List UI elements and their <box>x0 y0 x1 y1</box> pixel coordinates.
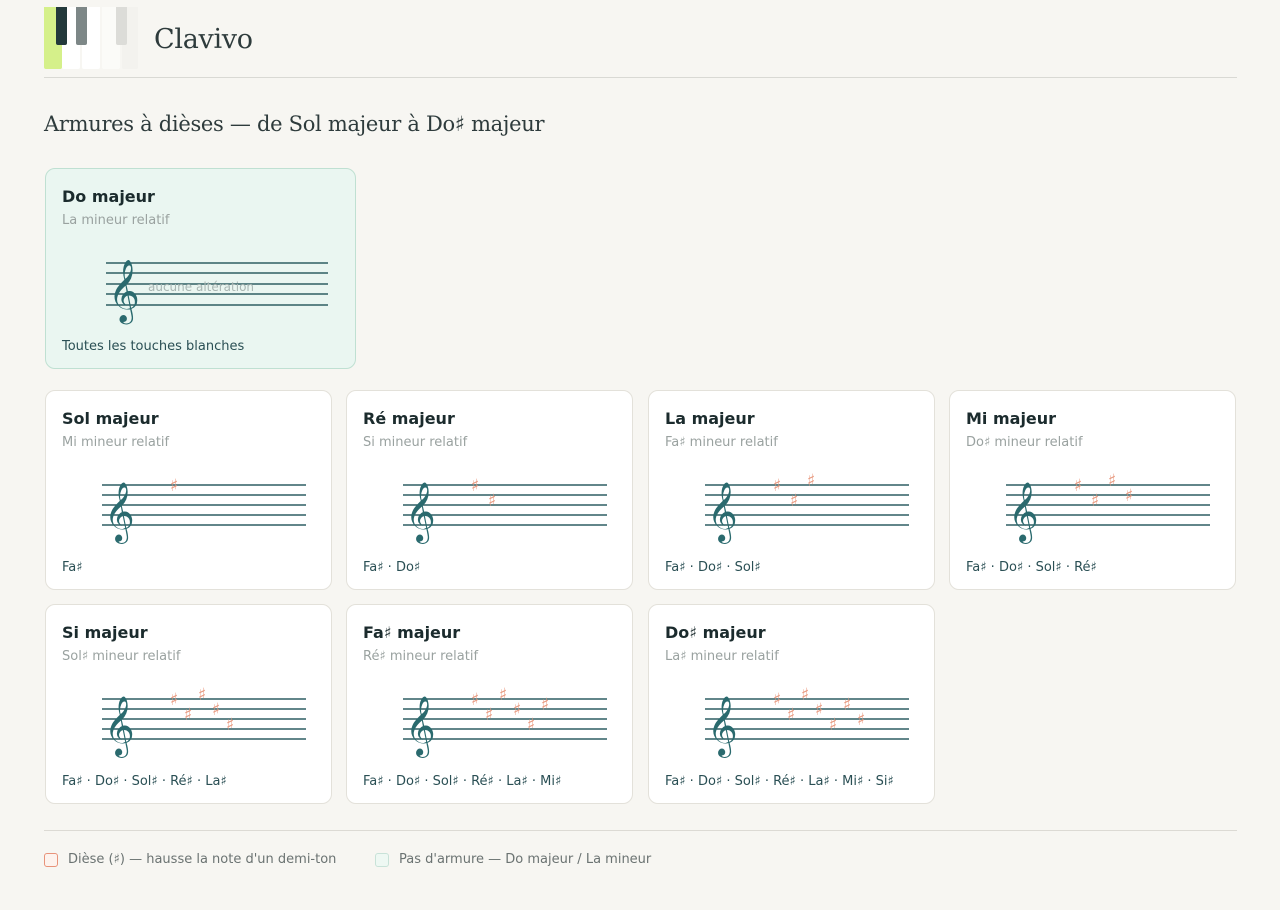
sharp-sign-icon: ♯ <box>485 705 493 725</box>
sharp-sign-icon: ♯ <box>471 476 479 496</box>
sharp-sign-icon: ♯ <box>499 685 507 705</box>
treble-clef-icon: 𝄞 <box>707 482 738 544</box>
legend-sharp: Dièse (♯) — hausse la note d'un demi-ton <box>44 852 336 867</box>
sharp-sign-icon: ♯ <box>212 700 220 720</box>
sharp-swatch <box>44 852 58 867</box>
logo-key-black <box>56 7 67 45</box>
card-notes: Fa♯ · Do♯ · Sol♯ · Ré♯ <box>966 560 1097 575</box>
staff-notation: 𝄞 ♯ ♯ ♯ ♯ <box>1006 471 1210 544</box>
sharp-sign-icon: ♯ <box>829 715 837 735</box>
card-notes: Fa♯ · Do♯ <box>363 560 421 575</box>
no-alteration-label: aucune altération <box>148 280 254 294</box>
card-notes: Fa♯ · Do♯ · Sol♯ · Ré♯ · La♯ · Mi♯ · Si♯ <box>665 774 894 789</box>
treble-clef-icon: 𝄞 <box>405 482 436 544</box>
key-card[interactable]: La majeur Fa♯ mineur relatif 𝄞 ♯ ♯ ♯ Fa♯ · Do♯… <box>648 390 935 590</box>
staff-notation: 𝄞 aucune altération <box>106 259 328 325</box>
sharp-sign-icon: ♯ <box>773 476 781 496</box>
sharp-sign-icon: ♯ <box>1091 491 1099 511</box>
piano-keys-logo[interactable] <box>44 7 138 71</box>
sharp-sign-icon: ♯ <box>226 715 234 735</box>
treble-clef-icon: 𝄞 <box>104 482 135 544</box>
key-card[interactable]: Fa♯ majeur Ré♯ mineur relatif 𝄞 ♯ ♯ ♯ ♯ ♯ ♯ Fa♯ ·… <box>346 604 633 804</box>
sharp-sign-icon: ♯ <box>198 685 206 705</box>
key-card[interactable]: Ré majeur Si mineur relatif 𝄞 ♯ ♯ Fa♯ · Do♯ <box>346 390 633 590</box>
sharp-sign-icon: ♯ <box>790 491 798 511</box>
sharp-sign-icon: ♯ <box>488 491 496 511</box>
treble-clef-icon: 𝄞 <box>1008 482 1039 544</box>
key-card-do-majeur[interactable]: Do majeur La mineur relatif 𝄞 aucune alt… <box>45 168 356 369</box>
sharp-sign-icon: ♯ <box>815 700 823 720</box>
sharp-sign-icon: ♯ <box>787 705 795 725</box>
app-title[interactable]: Clavivo <box>154 24 253 55</box>
section-title: Armures à dièses — de Sol majeur à Do♯ m… <box>44 112 545 136</box>
staff-notation: 𝄞 ♯ ♯ ♯ <box>705 471 909 544</box>
sharp-sign-icon: ♯ <box>843 695 851 715</box>
legend-no-key: Pas d'armure — Do majeur / La mineur <box>375 852 651 867</box>
legend-no-key-label: Pas d'armure — Do majeur / La mineur <box>399 852 652 867</box>
app-header: Clavivo <box>44 0 1237 78</box>
sharp-sign-icon: ♯ <box>773 690 781 710</box>
sharp-sign-icon: ♯ <box>801 685 809 705</box>
treble-clef-icon: 𝄞 <box>104 696 135 758</box>
footer-divider <box>44 830 1237 831</box>
key-card[interactable]: Si majeur Sol♯ mineur relatif 𝄞 ♯ ♯ ♯ ♯ ♯ Fa♯ · … <box>45 604 332 804</box>
sharp-sign-icon: ♯ <box>170 476 178 496</box>
logo-key-grey <box>76 7 87 45</box>
sharp-sign-icon: ♯ <box>513 700 521 720</box>
key-card[interactable]: Mi majeur Do♯ mineur relatif 𝄞 ♯ ♯ ♯ ♯ Fa♯ · Do… <box>949 390 1236 590</box>
staff-notation: 𝄞 ♯ ♯ ♯ ♯ ♯ ♯ <box>403 685 607 758</box>
key-card[interactable]: Do♯ majeur La♯ mineur relatif 𝄞 ♯ ♯ ♯ ♯ ♯ ♯ ♯ Fa♯ … <box>648 604 935 804</box>
sharp-sign-icon: ♯ <box>807 471 815 491</box>
sharp-sign-icon: ♯ <box>541 695 549 715</box>
card-notes: Fa♯ · Do♯ · Sol♯ · Ré♯ · La♯ <box>62 774 227 789</box>
card-notes: Fa♯ · Do♯ · Sol♯ · Ré♯ · La♯ · Mi♯ <box>363 774 562 789</box>
sharp-sign-icon: ♯ <box>527 715 535 735</box>
sharp-sign-icon: ♯ <box>471 690 479 710</box>
no-key-swatch <box>375 852 389 867</box>
treble-clef-icon: 𝄞 <box>707 696 738 758</box>
logo-key-light <box>116 7 127 45</box>
sharp-sign-icon: ♯ <box>184 705 192 725</box>
sharp-sign-icon: ♯ <box>170 690 178 710</box>
key-card[interactable]: Sol majeur Mi mineur relatif 𝄞 ♯ Fa♯ <box>45 390 332 590</box>
treble-clef-icon: 𝄞 <box>108 259 140 325</box>
staff-notation: 𝄞 ♯ ♯ ♯ ♯ ♯ ♯ ♯ <box>705 685 909 758</box>
legend-sharp-label: Dièse (♯) — hausse la note d'un demi-ton <box>68 852 337 867</box>
staff-notation: 𝄞 ♯ <box>102 476 306 544</box>
sharp-sign-icon: ♯ <box>857 710 865 730</box>
staff-notation: 𝄞 ♯ ♯ ♯ ♯ ♯ <box>102 685 306 758</box>
card-notes: Fa♯ · Do♯ · Sol♯ <box>665 560 761 575</box>
staff-notation: 𝄞 ♯ ♯ <box>403 476 607 544</box>
card-notes: Fa♯ <box>62 560 83 575</box>
sharp-sign-icon: ♯ <box>1074 476 1082 496</box>
card-notes: Toutes les touches blanches <box>62 339 245 354</box>
sharp-sign-icon: ♯ <box>1108 471 1116 491</box>
treble-clef-icon: 𝄞 <box>405 696 436 758</box>
sharp-sign-icon: ♯ <box>1125 486 1133 506</box>
